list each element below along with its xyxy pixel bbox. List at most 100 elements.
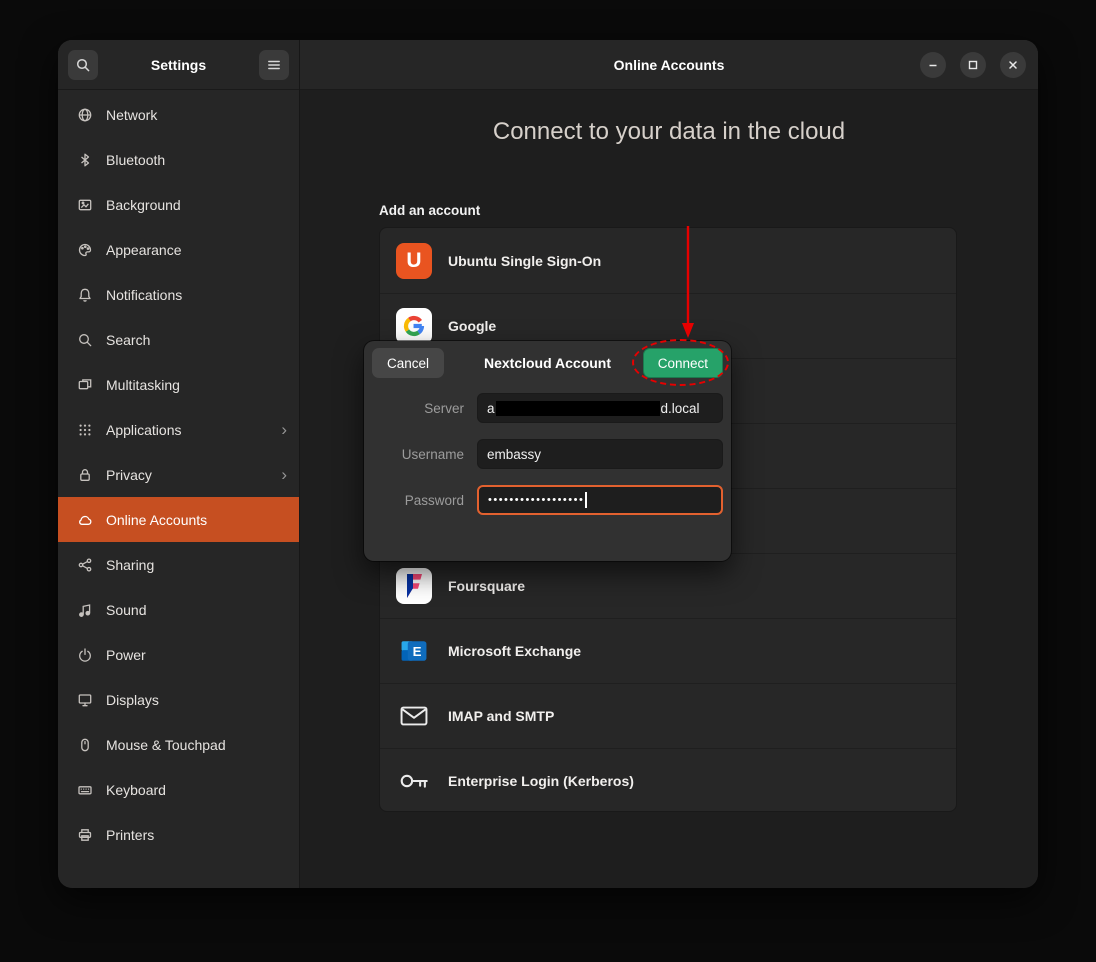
sidebar-item-online-accounts[interactable]: Online Accounts: [58, 497, 299, 542]
displays-icon: [77, 692, 93, 708]
provider-row-ubuntu-sso[interactable]: U Ubuntu Single Sign-On: [380, 228, 956, 293]
page-title: Online Accounts: [614, 57, 725, 73]
sidebar-item-label: Multitasking: [106, 377, 180, 393]
sidebar-item-label: Sharing: [106, 557, 154, 573]
sidebar-item-label: Applications: [106, 422, 182, 438]
maximize-icon: [966, 58, 980, 72]
sidebar-item-label: Sound: [106, 602, 146, 618]
sidebar-item-power[interactable]: Power: [58, 632, 299, 677]
maximize-button[interactable]: [960, 52, 986, 78]
password-input[interactable]: ••••••••••••••••••: [477, 485, 723, 515]
sharing-icon: [77, 557, 93, 573]
sidebar-item-label: Network: [106, 107, 157, 123]
sidebar-item-label: Bluetooth: [106, 152, 165, 168]
sidebar-item-label: Search: [106, 332, 150, 348]
provider-label: IMAP and SMTP: [448, 708, 554, 724]
google-icon: [396, 308, 432, 344]
bluetooth-icon: [77, 152, 93, 168]
provider-label: Ubuntu Single Sign-On: [448, 253, 601, 269]
username-label: Username: [372, 447, 464, 462]
server-value-prefix: a: [487, 401, 495, 416]
search-button[interactable]: [68, 50, 98, 80]
search-icon: [75, 57, 91, 73]
sidebar-item-sharing[interactable]: Sharing: [58, 542, 299, 587]
server-input[interactable]: a d.local: [477, 393, 723, 423]
sidebar-item-printers[interactable]: Printers: [58, 812, 299, 857]
chevron-right-icon: ›: [281, 421, 287, 438]
printers-icon: [77, 827, 93, 843]
sidebar-item-bluetooth[interactable]: Bluetooth: [58, 137, 299, 182]
sidebar-item-label: Appearance: [106, 242, 182, 258]
sidebar-item-label: Printers: [106, 827, 154, 843]
sidebar-item-background[interactable]: Background: [58, 182, 299, 227]
settings-window: Settings Network Bluetooth Background: [58, 40, 1038, 888]
ubuntu-glyph: U: [406, 249, 421, 273]
provider-row-kerberos[interactable]: Enterprise Login (Kerberos): [380, 748, 956, 812]
sidebar-item-appearance[interactable]: Appearance: [58, 227, 299, 272]
provider-row-microsoft-exchange[interactable]: E Microsoft Exchange: [380, 618, 956, 683]
page-heading: Connect to your data in the cloud: [300, 90, 1038, 146]
menu-button[interactable]: [259, 50, 289, 80]
text-caret: [585, 492, 587, 508]
sidebar-item-keyboard[interactable]: Keyboard: [58, 767, 299, 812]
sidebar-item-search[interactable]: Search: [58, 317, 299, 362]
network-icon: [77, 107, 93, 123]
mouse-touchpad-icon: [77, 737, 93, 753]
sidebar-header: Settings: [58, 40, 299, 90]
hamburger-icon: [266, 57, 282, 73]
sidebar-item-applications[interactable]: Applications ›: [58, 407, 299, 452]
server-field-row: Server a d.local: [372, 393, 723, 423]
username-field-row: Username embassy: [372, 439, 723, 469]
sidebar-item-label: Keyboard: [106, 782, 166, 798]
provider-label: Google: [448, 318, 496, 334]
redaction-bar: [496, 401, 660, 416]
cancel-button[interactable]: Cancel: [372, 348, 444, 378]
sidebar-item-label: Mouse & Touchpad: [106, 737, 226, 753]
multitasking-icon: [77, 377, 93, 393]
add-account-label: Add an account: [379, 203, 480, 218]
privacy-icon: [77, 467, 93, 483]
sidebar-item-label: Privacy: [106, 467, 152, 483]
server-label: Server: [372, 401, 464, 416]
nextcloud-account-dialog: Cancel Nextcloud Account Connect Server …: [364, 341, 731, 561]
dialog-body: Server a d.local Username embassy Passwo…: [364, 385, 731, 515]
close-button[interactable]: [1000, 52, 1026, 78]
ubuntu-sso-icon: U: [396, 243, 432, 279]
close-icon: [1006, 58, 1020, 72]
sidebar-item-sound[interactable]: Sound: [58, 587, 299, 632]
microsoft-exchange-icon: E: [396, 633, 432, 669]
connect-button[interactable]: Connect: [643, 348, 723, 378]
chevron-right-icon: ›: [281, 466, 287, 483]
sidebar-item-label: Notifications: [106, 287, 182, 303]
sidebar-item-displays[interactable]: Displays: [58, 677, 299, 722]
minimize-button[interactable]: [920, 52, 946, 78]
window-controls: [920, 52, 1026, 78]
notifications-icon: [77, 287, 93, 303]
provider-row-imap-smtp[interactable]: IMAP and SMTP: [380, 683, 956, 748]
sidebar: Settings Network Bluetooth Background: [58, 40, 300, 888]
provider-label: Microsoft Exchange: [448, 643, 581, 659]
password-label: Password: [372, 493, 464, 508]
provider-label: Foursquare: [448, 578, 525, 594]
username-value: embassy: [487, 447, 541, 462]
headerbar: Online Accounts: [300, 40, 1038, 90]
password-masked-value: ••••••••••••••••••: [488, 494, 584, 506]
provider-row-foursquare[interactable]: Foursquare: [380, 553, 956, 618]
online-accounts-icon: [77, 512, 93, 528]
keyboard-icon: [77, 782, 93, 798]
sidebar-item-label: Power: [106, 647, 146, 663]
sidebar-item-label: Online Accounts: [106, 512, 207, 528]
sidebar-item-multitasking[interactable]: Multitasking: [58, 362, 299, 407]
provider-label: Enterprise Login (Kerberos): [448, 773, 634, 789]
sidebar-item-notifications[interactable]: Notifications: [58, 272, 299, 317]
applications-icon: [77, 422, 93, 438]
sidebar-item-label: Displays: [106, 692, 159, 708]
background-icon: [77, 197, 93, 213]
exchange-glyph: E: [413, 644, 422, 659]
sidebar-item-network[interactable]: Network: [58, 92, 299, 137]
username-input[interactable]: embassy: [477, 439, 723, 469]
sidebar-item-privacy[interactable]: Privacy ›: [58, 452, 299, 497]
search-icon: [77, 332, 93, 348]
sidebar-item-mouse-touchpad[interactable]: Mouse & Touchpad: [58, 722, 299, 767]
sidebar-item-label: Background: [106, 197, 181, 213]
